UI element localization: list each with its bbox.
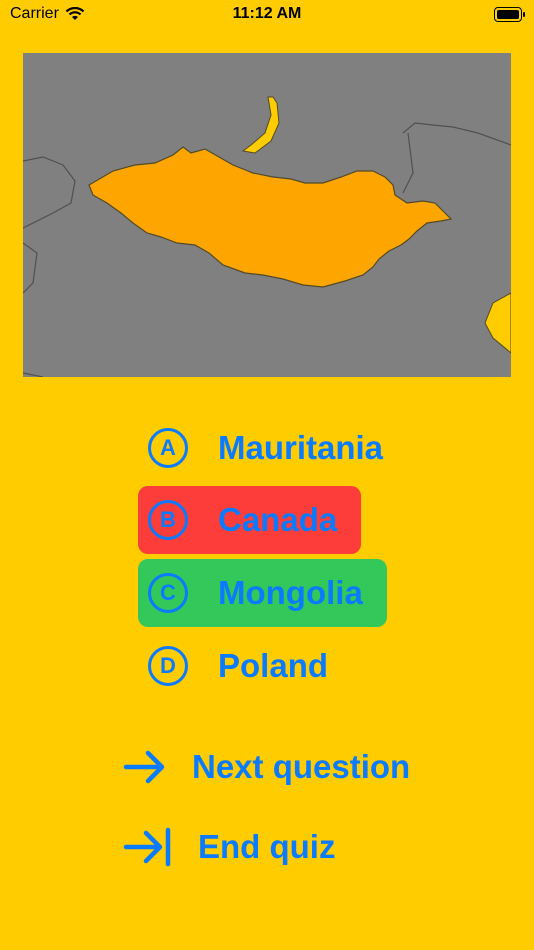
end-quiz-label: End quiz: [198, 828, 336, 865]
answer-label: Poland: [218, 647, 329, 684]
answer-label: Mongolia: [218, 574, 363, 611]
answer-option-a[interactable]: A Mauritania: [138, 414, 407, 482]
option-c-badge-icon: C: [148, 573, 188, 613]
battery-icon: [494, 7, 525, 22]
answer-option-b[interactable]: B Canada: [138, 486, 362, 554]
arrow-right-icon: [123, 750, 165, 784]
option-b-badge-icon: B: [148, 500, 188, 540]
answer-label: Mauritania: [218, 429, 384, 466]
status-bar: Carrier 11:12 AM: [0, 0, 534, 30]
answer-label: Canada: [218, 501, 338, 538]
option-d-badge-icon: D: [148, 646, 188, 686]
next-question-button[interactable]: Next question: [122, 744, 410, 790]
answer-option-c[interactable]: C Mongolia: [138, 559, 387, 627]
country-map: [23, 53, 511, 377]
map-svg: [23, 53, 511, 377]
next-question-label: Next question: [192, 748, 411, 785]
option-a-badge-icon: A: [148, 428, 188, 468]
end-quiz-button[interactable]: End quiz: [122, 824, 335, 870]
answer-option-d[interactable]: D Poland: [138, 632, 352, 700]
arrow-to-bar-icon: [123, 827, 171, 867]
status-time: 11:12 AM: [232, 5, 302, 22]
